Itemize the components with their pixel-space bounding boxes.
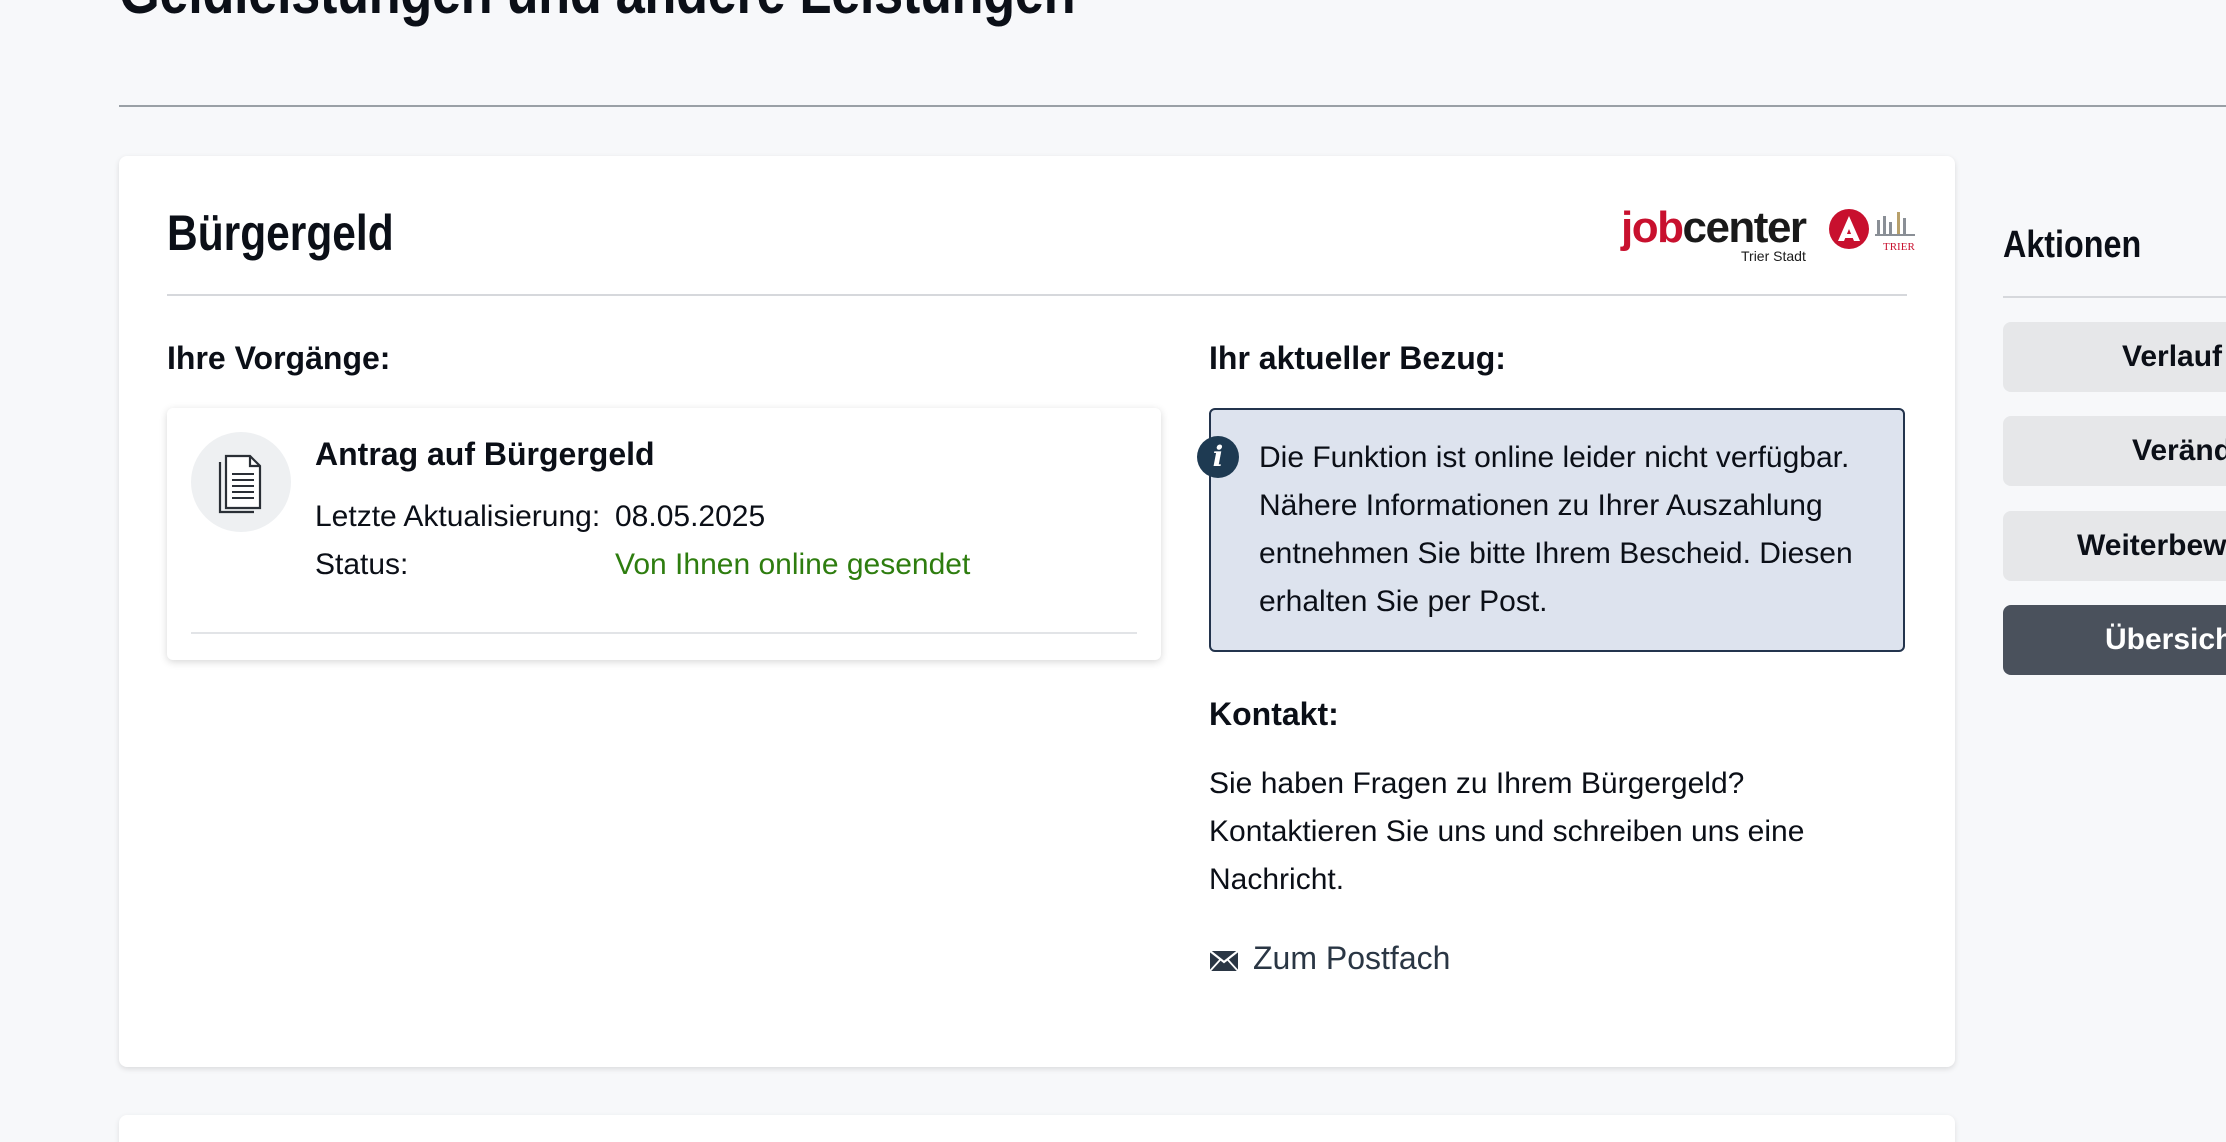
process-card[interactable]: Antrag auf Bürgergeld Letzte Aktualisier… [167, 408, 1161, 660]
process-status-label: Status: [315, 548, 409, 581]
veraendern-button[interactable]: Veränd [2003, 416, 2226, 486]
uebersicht-button[interactable]: Übersich [2003, 605, 2226, 675]
document-icon [191, 432, 291, 532]
info-box: i Die Funktion ist online leider nicht v… [1197, 408, 1905, 652]
logo-word-job: job [1621, 203, 1684, 252]
contact-label: Kontakt: [1209, 696, 1339, 732]
actions-divider [2003, 296, 2226, 298]
current-benefit-label: Ihr aktueller Bezug: [1209, 340, 1506, 376]
next-card [119, 1115, 1955, 1142]
weiterbewilligung-button[interactable]: Weiterbew [2003, 511, 2226, 581]
verlauf-button[interactable]: Verlauf [2003, 322, 2226, 392]
logo-subtitle: Trier Stadt [1741, 248, 1806, 264]
processes-label: Ihre Vorgänge: [167, 340, 391, 376]
postfach-link[interactable]: Zum Postfach [1209, 940, 1450, 977]
info-text: Die Funktion ist online leider nicht ver… [1259, 441, 1853, 618]
envelope-icon [1209, 949, 1239, 972]
veraendern-button-label: Veränd [2132, 434, 2226, 467]
jobcenter-logo: jobcenter Trier Stadt TRIER [1621, 203, 1915, 265]
actions-title: Aktionen [2003, 224, 2142, 266]
logo-word-center: center [1682, 203, 1807, 252]
process-divider [191, 632, 1137, 634]
verlauf-button-label: Verlauf [2122, 340, 2223, 373]
page: Geldleistungen und andere Leistungen Bür… [0, 0, 2226, 1142]
process-status-value: Von Ihnen online gesendet [615, 548, 971, 581]
process-title: Antrag auf Bürgergeld [315, 436, 655, 472]
postfach-label: Zum Postfach [1253, 940, 1451, 976]
trier-city-icon: TRIER [1875, 212, 1915, 253]
card-title: Bürgergeld [167, 205, 394, 261]
info-icon: i [1197, 436, 1239, 478]
logo-city-label: TRIER [1883, 241, 1915, 253]
contact-text: Sie haben Fragen zu Ihrem Bürgergeld? Ko… [1209, 767, 1805, 896]
process-updated-row: Letzte Aktualisierung: 08.05.2025 [315, 500, 765, 534]
weiterbewilligung-button-label: Weiterbew [2077, 529, 2226, 562]
card-divider [167, 294, 1907, 296]
uebersicht-button-label: Übersich [2105, 623, 2226, 656]
title-divider [119, 105, 2226, 107]
process-status-row: Status: Von Ihnen online gesendet [315, 548, 970, 582]
page-title: Geldleistungen und andere Leistungen [119, 0, 1076, 28]
process-updated-value: 08.05.2025 [615, 500, 766, 533]
arbeitsagentur-a-icon [1829, 209, 1869, 249]
buergergeld-card: Bürgergeld jobcenter Trier Stadt TRIER I… [119, 156, 1955, 1067]
process-updated-label: Letzte Aktualisierung: [315, 500, 601, 533]
